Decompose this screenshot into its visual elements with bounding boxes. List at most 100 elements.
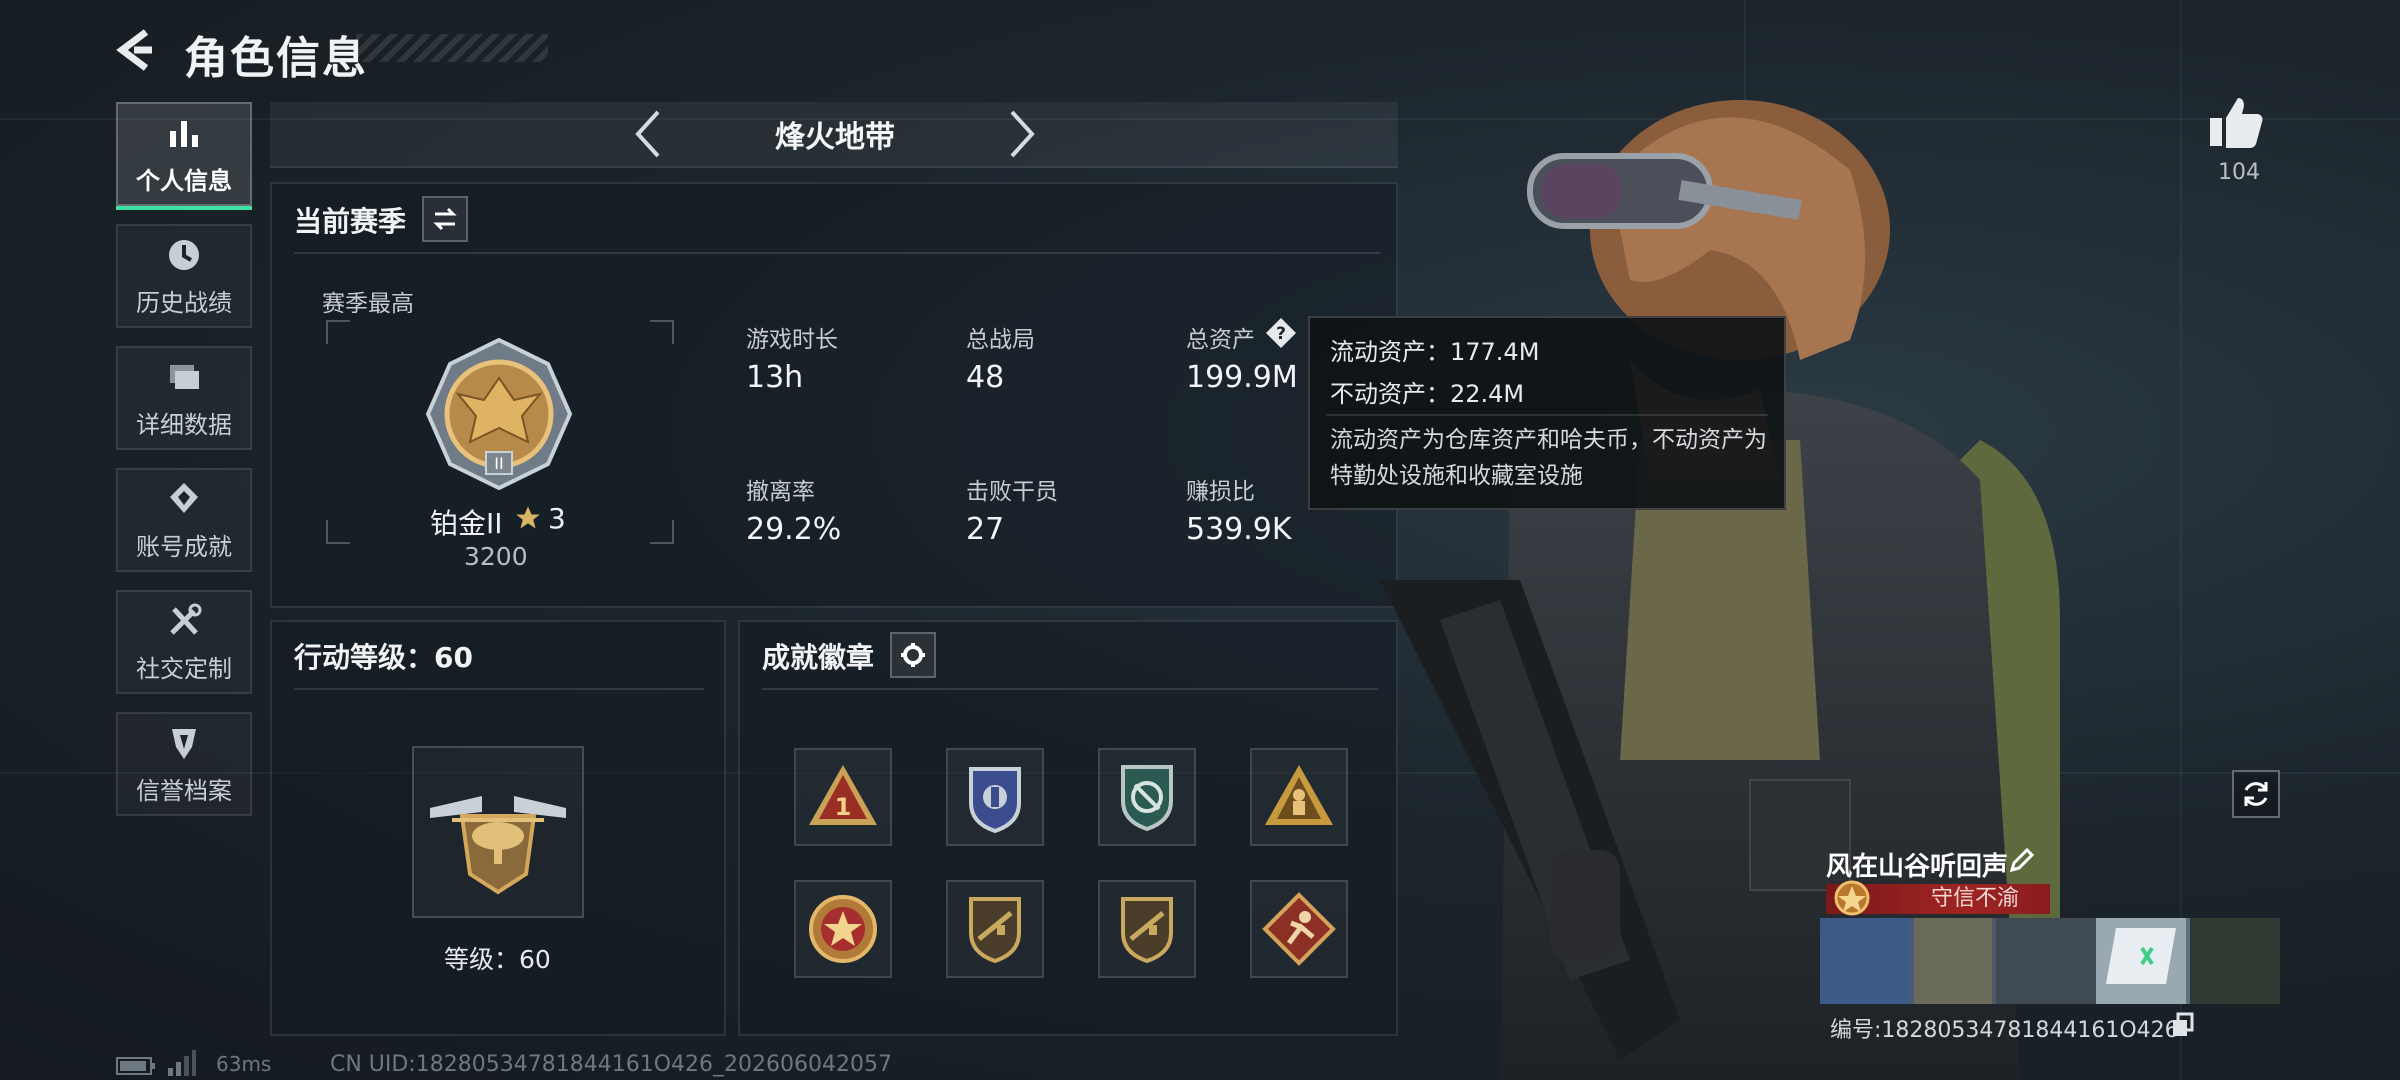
edit-pencil-icon[interactable]: [2008, 846, 2036, 874]
badge-slot[interactable]: [946, 748, 1044, 846]
frame-corner: [650, 520, 674, 544]
folders-icon: [170, 364, 199, 389]
badge-slot[interactable]: [1250, 880, 1348, 978]
network-latency: 63ms: [216, 1052, 272, 1076]
svg-text:1: 1: [835, 793, 852, 821]
stat-label-profit-ratio: 赚损比: [1186, 479, 1255, 505]
season-heading: 当前赛季: [294, 205, 407, 238]
rifle-shield-badge-icon-2: [1121, 897, 1173, 964]
frame-corner: [650, 320, 674, 344]
help-icon[interactable]: ?: [1264, 316, 1298, 350]
badge-slot[interactable]: 1: [794, 748, 892, 846]
season-best-label: 赛季最高: [322, 291, 414, 317]
sidebar-item-label: 历史战绩: [136, 288, 232, 317]
level-text: 等级：60: [444, 945, 551, 974]
rifle-shield-badge-icon: [969, 897, 1021, 964]
divider: [762, 688, 1378, 690]
chevron-right-icon[interactable]: [1002, 108, 1042, 160]
title-emblem-icon: [1834, 880, 1870, 916]
sidebar-item-achievements[interactable]: 账号成就: [116, 468, 252, 572]
stat-label-matches: 总战局: [966, 327, 1035, 353]
frame-corner: [326, 520, 350, 544]
cn-uid-text: CN UID:18280534781844161O426_20260604205…: [330, 1052, 892, 1077]
rank-points: 3200: [464, 542, 528, 571]
badges-heading: 成就徽章: [762, 641, 875, 674]
card-art: [1914, 918, 1992, 1004]
divider: [294, 688, 704, 690]
player-card-banner[interactable]: [1820, 918, 2280, 1004]
stat-value-matches: 48: [966, 360, 1005, 395]
tooltip-fixed-assets: 不动资产：22.4M: [1330, 380, 1525, 408]
stat-value-kills: 27: [966, 512, 1005, 547]
sidebar-item-personal-info[interactable]: 个人信息: [116, 102, 252, 210]
player-uid: 编号:18280534781844161O426: [1830, 1018, 2179, 1043]
tooltip-liquid-assets: 流动资产：177.4M: [1330, 338, 1540, 366]
like-count: 104: [2218, 160, 2260, 185]
divider: [1326, 414, 1768, 416]
golden-soldier-triangle-badge-icon: [1265, 765, 1333, 825]
stat-value-extract-rate: 29.2%: [746, 512, 842, 547]
card-art: [1996, 918, 2096, 1004]
action-level-heading: 行动等级：60: [294, 641, 473, 674]
red-triangle-one-badge-icon: 1: [809, 765, 877, 825]
stat-value-total-assets: 199.9M: [1186, 360, 1298, 395]
switch-season-button[interactable]: [422, 196, 468, 242]
back-arrow-icon[interactable]: [112, 26, 160, 74]
tooltip-note: 流动资产为仓库资产和哈夫币，不动资产为特勤处设施和收藏室设施: [1330, 427, 1767, 489]
stat-value-profit-ratio: 539.9K: [1186, 512, 1292, 547]
title-decoration: [356, 34, 548, 62]
sidebar-item-history[interactable]: 历史战绩: [116, 224, 252, 328]
star-icon: [516, 506, 540, 529]
sidebar-item-detailed-data[interactable]: 详细数据: [116, 346, 252, 450]
stat-label-extract-rate: 撤离率: [746, 479, 815, 505]
sidebar-item-label: 详细数据: [136, 410, 232, 439]
stat-label-playtime: 游戏时长: [746, 327, 838, 353]
sidebar-item-social-custom[interactable]: 社交定制: [116, 590, 252, 694]
card-art: [2190, 918, 2280, 1004]
card-art: [1820, 918, 1910, 1004]
svg-text:?: ?: [1276, 324, 1286, 344]
chevron-left-icon[interactable]: [628, 108, 668, 160]
divider: [294, 252, 1380, 254]
green-crest-badge-icon: [1121, 765, 1173, 832]
badge-settings-button[interactable]: [890, 632, 936, 678]
swap-icon: [433, 207, 457, 231]
battery-icon: [116, 1057, 155, 1075]
helicopter-emblem-icon: [430, 796, 566, 895]
copy-icon[interactable]: [2170, 1012, 2196, 1038]
badge-slot[interactable]: [1098, 880, 1196, 978]
sidebar-item-label: 信誉档案: [136, 776, 232, 805]
svg-text:II: II: [494, 454, 503, 473]
thumbs-up-icon[interactable]: [2206, 92, 2266, 152]
blue-shield-badge-icon: [969, 767, 1021, 834]
page-title: 角色信息: [184, 33, 368, 84]
assets-tooltip: 流动资产：177.4M 不动资产：22.4M 流动资产为仓库资产和哈夫币，不动资…: [1308, 316, 1786, 510]
refresh-icon: [2244, 782, 2268, 806]
frame-corner: [326, 320, 350, 344]
badge-slot[interactable]: [1250, 748, 1348, 846]
rank-emblem-icon: II: [425, 337, 573, 491]
history-clock-icon: [169, 239, 199, 270]
sidebar-item-label: 社交定制: [136, 654, 232, 683]
sidebar-item-credit-record[interactable]: 信誉档案: [116, 712, 252, 816]
gear-icon: [901, 643, 925, 667]
stat-value-playtime: 13h: [746, 360, 804, 395]
level-emblem-frame: [412, 746, 584, 918]
achievement-icon: [170, 482, 198, 513]
rank-name: 铂金II: [430, 507, 503, 540]
refresh-button[interactable]: [2232, 770, 2280, 818]
mode-title: 烽火地带: [775, 120, 895, 155]
badge-slot[interactable]: [946, 880, 1044, 978]
stat-label-kills: 击败干员: [966, 479, 1058, 505]
rank-stars: 3: [548, 502, 566, 535]
player-title-text: 守信不渝: [1930, 886, 2019, 911]
badge-slot[interactable]: [794, 880, 892, 978]
sidebar-item-label: 账号成就: [136, 532, 232, 561]
tools-icon: [170, 603, 202, 635]
badge-slot[interactable]: [1098, 748, 1196, 846]
signal-strength-icon: [168, 1050, 196, 1076]
bar-chart-icon: [170, 120, 198, 147]
sidebar-item-label: 个人信息: [136, 166, 232, 195]
credit-shield-icon: [172, 728, 196, 759]
star-medal-badge-icon: [809, 895, 877, 963]
